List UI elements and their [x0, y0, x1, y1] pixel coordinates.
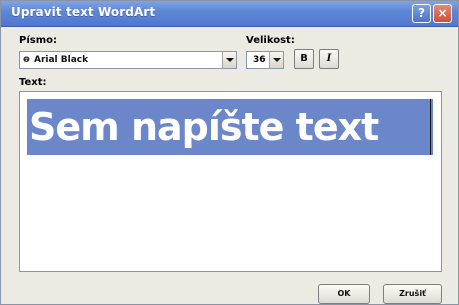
font-value: Arial Black — [34, 55, 89, 65]
text-label: Text: — [19, 77, 47, 88]
font-size-value: 36 — [253, 55, 266, 65]
help-button[interactable]: ? — [412, 4, 431, 23]
wordart-dialog: Upravit text WordArt ? × Písmo: ⱺ Arial … — [0, 0, 459, 305]
cancel-button[interactable]: Zrušiť — [383, 284, 442, 304]
help-icon: ? — [418, 6, 425, 20]
bold-button[interactable]: B — [294, 49, 314, 69]
close-button[interactable]: × — [433, 4, 452, 23]
dialog-title: Upravit text WordArt — [11, 5, 156, 19]
text-caret — [430, 99, 431, 155]
close-icon: × — [437, 6, 448, 20]
font-select[interactable]: ⱺ Arial Black — [19, 51, 237, 69]
font-dropdown-button[interactable] — [222, 52, 236, 68]
italic-button[interactable]: I — [319, 49, 339, 69]
title-bar: Upravit text WordArt ? × — [1, 1, 458, 27]
ok-button[interactable]: OK — [318, 284, 370, 304]
selected-text[interactable]: Sem napíšte text — [27, 99, 433, 155]
font-label: Písmo: — [19, 35, 57, 46]
wordart-text-input[interactable]: Sem napíšte text — [19, 91, 442, 272]
font-size-dropdown-button[interactable] — [269, 52, 283, 68]
font-type-icon: ⱺ — [23, 54, 30, 65]
font-size-select[interactable]: 36 — [246, 51, 284, 69]
size-label: Velikost: — [246, 35, 295, 46]
